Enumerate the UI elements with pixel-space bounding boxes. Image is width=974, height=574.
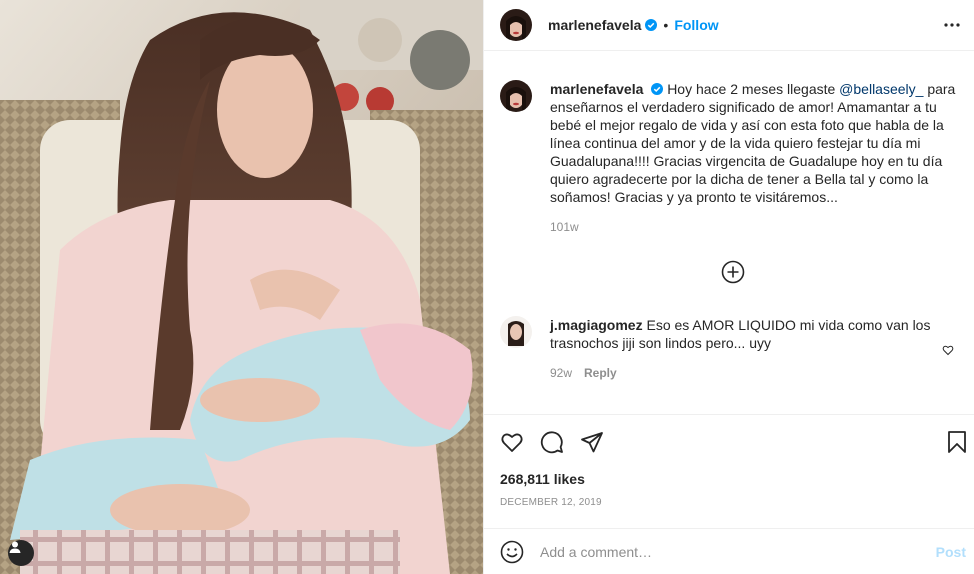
share-paper-plane-icon[interactable] (580, 430, 604, 454)
comments-scroll-area[interactable]: marlenefavela Hoy hace 2 meses llegaste … (484, 52, 974, 414)
post-photo[interactable] (0, 0, 483, 574)
tagged-user-icon[interactable] (8, 540, 34, 566)
comment-composer: Post (484, 528, 974, 574)
caption-meta: 101w (550, 218, 960, 236)
comment-input[interactable] (540, 543, 910, 560)
save-bookmark-icon[interactable] (945, 430, 969, 454)
verified-badge-icon (645, 19, 658, 31)
likes-count[interactable]: 268,811 likes (500, 471, 585, 487)
load-more-plus-icon[interactable] (721, 260, 745, 284)
caption-username[interactable]: marlenefavela (550, 81, 643, 97)
next-comment-peek (500, 406, 960, 414)
comment-body: j.magiagomez Eso es AMOR LIQUIDO mi vida… (550, 316, 960, 382)
caption-body: marlenefavela Hoy hace 2 meses llegaste … (550, 80, 960, 236)
post-date[interactable]: DECEMBER 12, 2019 (500, 497, 602, 508)
post-header: marlenefavela • Follow (484, 0, 974, 51)
reply-button[interactable]: Reply (584, 366, 617, 380)
caption-text-end: para enseñarnos el verdadero significado… (550, 81, 956, 205)
commenter-avatar[interactable] (500, 316, 532, 348)
comment-timestamp[interactable]: 92w (550, 366, 572, 380)
author-username[interactable]: marlenefavela (548, 17, 641, 33)
post-comment-button[interactable]: Post (936, 544, 966, 560)
caption-author-avatar[interactable] (500, 80, 532, 112)
more-options-icon[interactable] (943, 16, 961, 34)
follow-button[interactable]: Follow (674, 17, 718, 33)
like-heart-icon[interactable] (500, 430, 524, 454)
post-photo-illustration (0, 0, 483, 574)
caption-verified-badge-icon (651, 83, 664, 95)
separator-dot: • (663, 17, 669, 33)
caption-mention-link[interactable]: @bellaseely_ (839, 81, 923, 97)
comment-like-heart-icon[interactable] (942, 344, 954, 356)
comment-item: j.magiagomez Eso es AMOR LIQUIDO mi vida… (500, 316, 960, 382)
post-actions-bar: 268,811 likes DECEMBER 12, 2019 (484, 414, 974, 528)
emoji-smiley-icon[interactable] (500, 540, 524, 564)
caption-timestamp[interactable]: 101w (550, 220, 579, 234)
comment-bubble-icon[interactable] (540, 430, 564, 454)
comment-meta: 92w Reply (550, 364, 960, 382)
post-details-panel: marlenefavela • Follow marlenefavela Hoy… (483, 0, 974, 574)
caption-row: marlenefavela Hoy hace 2 meses llegaste … (500, 80, 960, 236)
caption-text-start: Hoy hace 2 meses llegaste (667, 81, 840, 97)
author-avatar[interactable] (500, 9, 532, 41)
commenter-username[interactable]: j.magiagomez (550, 317, 643, 333)
